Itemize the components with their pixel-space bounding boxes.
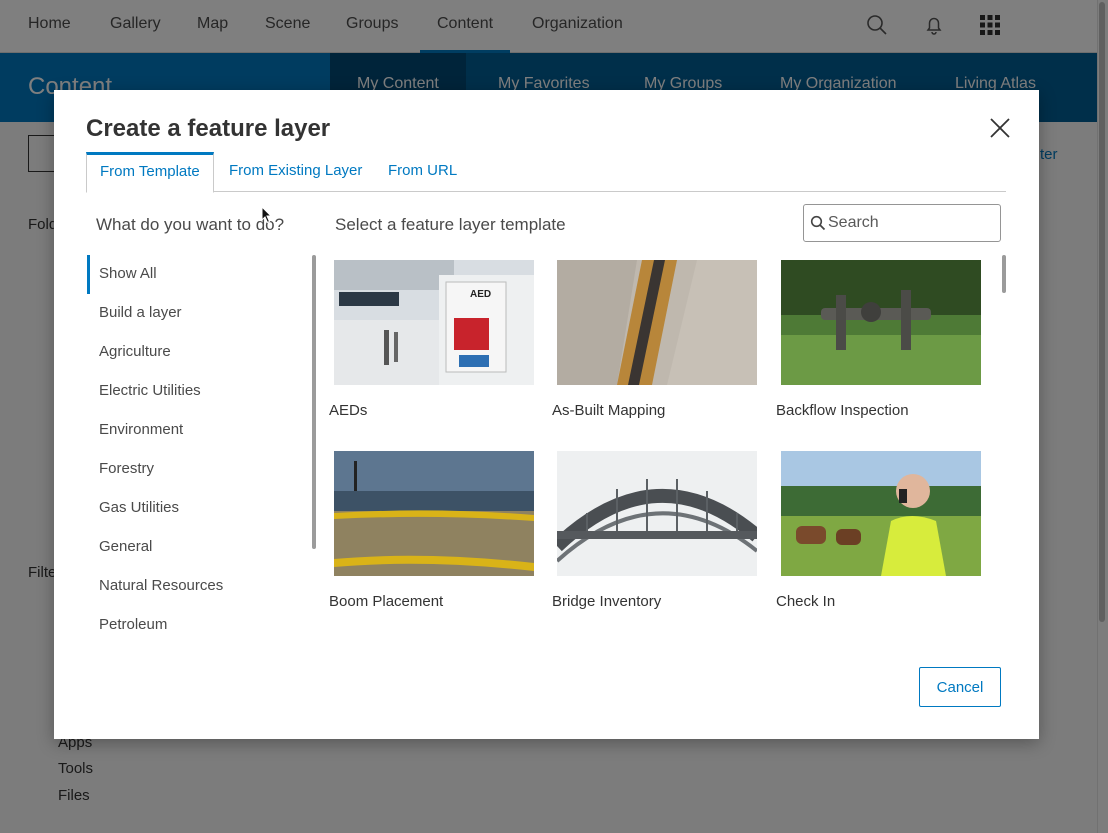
template-card-as-built-mapping[interactable]: As-Built Mapping <box>552 260 762 435</box>
category-list: Show All Build a layer Agriculture Elect… <box>87 255 312 645</box>
dialog-title: Create a feature layer <box>86 115 331 142</box>
backflow-inspection-thumbnail <box>781 260 981 385</box>
category-agriculture[interactable]: Agriculture <box>87 333 312 372</box>
create-feature-layer-dialog: Create a feature layer From Template Fro… <box>54 90 1039 739</box>
aeds-thumbnail: AED <box>334 260 534 385</box>
template-card-bridge-inventory[interactable]: Bridge Inventory <box>552 451 762 626</box>
tab-from-template[interactable]: From Template <box>86 152 214 193</box>
template-label: As-Built Mapping <box>552 402 666 419</box>
template-subhead: Select a feature layer template <box>335 215 566 234</box>
category-forestry[interactable]: Forestry <box>87 450 312 489</box>
category-petroleum[interactable]: Petroleum <box>87 606 312 645</box>
category-natural-resources[interactable]: Natural Resources <box>87 567 312 606</box>
category-general[interactable]: General <box>87 528 312 567</box>
check-in-thumbnail <box>781 451 981 576</box>
template-card-aeds[interactable]: AED AEDs <box>329 260 539 435</box>
template-grid-scrollbar[interactable] <box>1002 255 1006 293</box>
template-label: AEDs <box>329 402 368 419</box>
close-icon[interactable] <box>986 114 1014 142</box>
category-scrollbar[interactable] <box>312 255 316 549</box>
template-label: Boom Placement <box>329 593 444 610</box>
tab-from-existing-layer[interactable]: From Existing Layer <box>216 152 375 192</box>
template-card-check-in[interactable]: Check In <box>776 451 986 626</box>
template-card-backflow-inspection[interactable]: Backflow Inspection <box>776 260 986 435</box>
category-build-a-layer[interactable]: Build a layer <box>87 294 312 333</box>
cancel-button[interactable]: Cancel <box>919 667 1001 707</box>
mouse-cursor-icon <box>261 206 273 224</box>
svg-text:AED: AED <box>470 289 491 300</box>
bridge-inventory-thumbnail <box>557 451 757 576</box>
as-built-mapping-thumbnail <box>557 260 757 385</box>
template-label: Check In <box>776 593 836 610</box>
template-label: Bridge Inventory <box>552 593 662 610</box>
tab-from-url[interactable]: From URL <box>375 152 470 192</box>
category-question: What do you want to do? <box>96 215 285 234</box>
template-search[interactable] <box>803 204 1001 242</box>
template-search-input[interactable] <box>828 205 998 241</box>
template-label: Backflow Inspection <box>776 402 909 419</box>
template-card-boom-placement[interactable]: Boom Placement <box>329 451 539 626</box>
category-show-all[interactable]: Show All <box>87 255 312 294</box>
search-icon <box>810 215 826 231</box>
source-tabs: From Template From Existing Layer From U… <box>86 152 1006 193</box>
category-electric-utilities[interactable]: Electric Utilities <box>87 372 312 411</box>
boom-placement-thumbnail <box>334 451 534 576</box>
category-gas-utilities[interactable]: Gas Utilities <box>87 489 312 528</box>
category-environment[interactable]: Environment <box>87 411 312 450</box>
